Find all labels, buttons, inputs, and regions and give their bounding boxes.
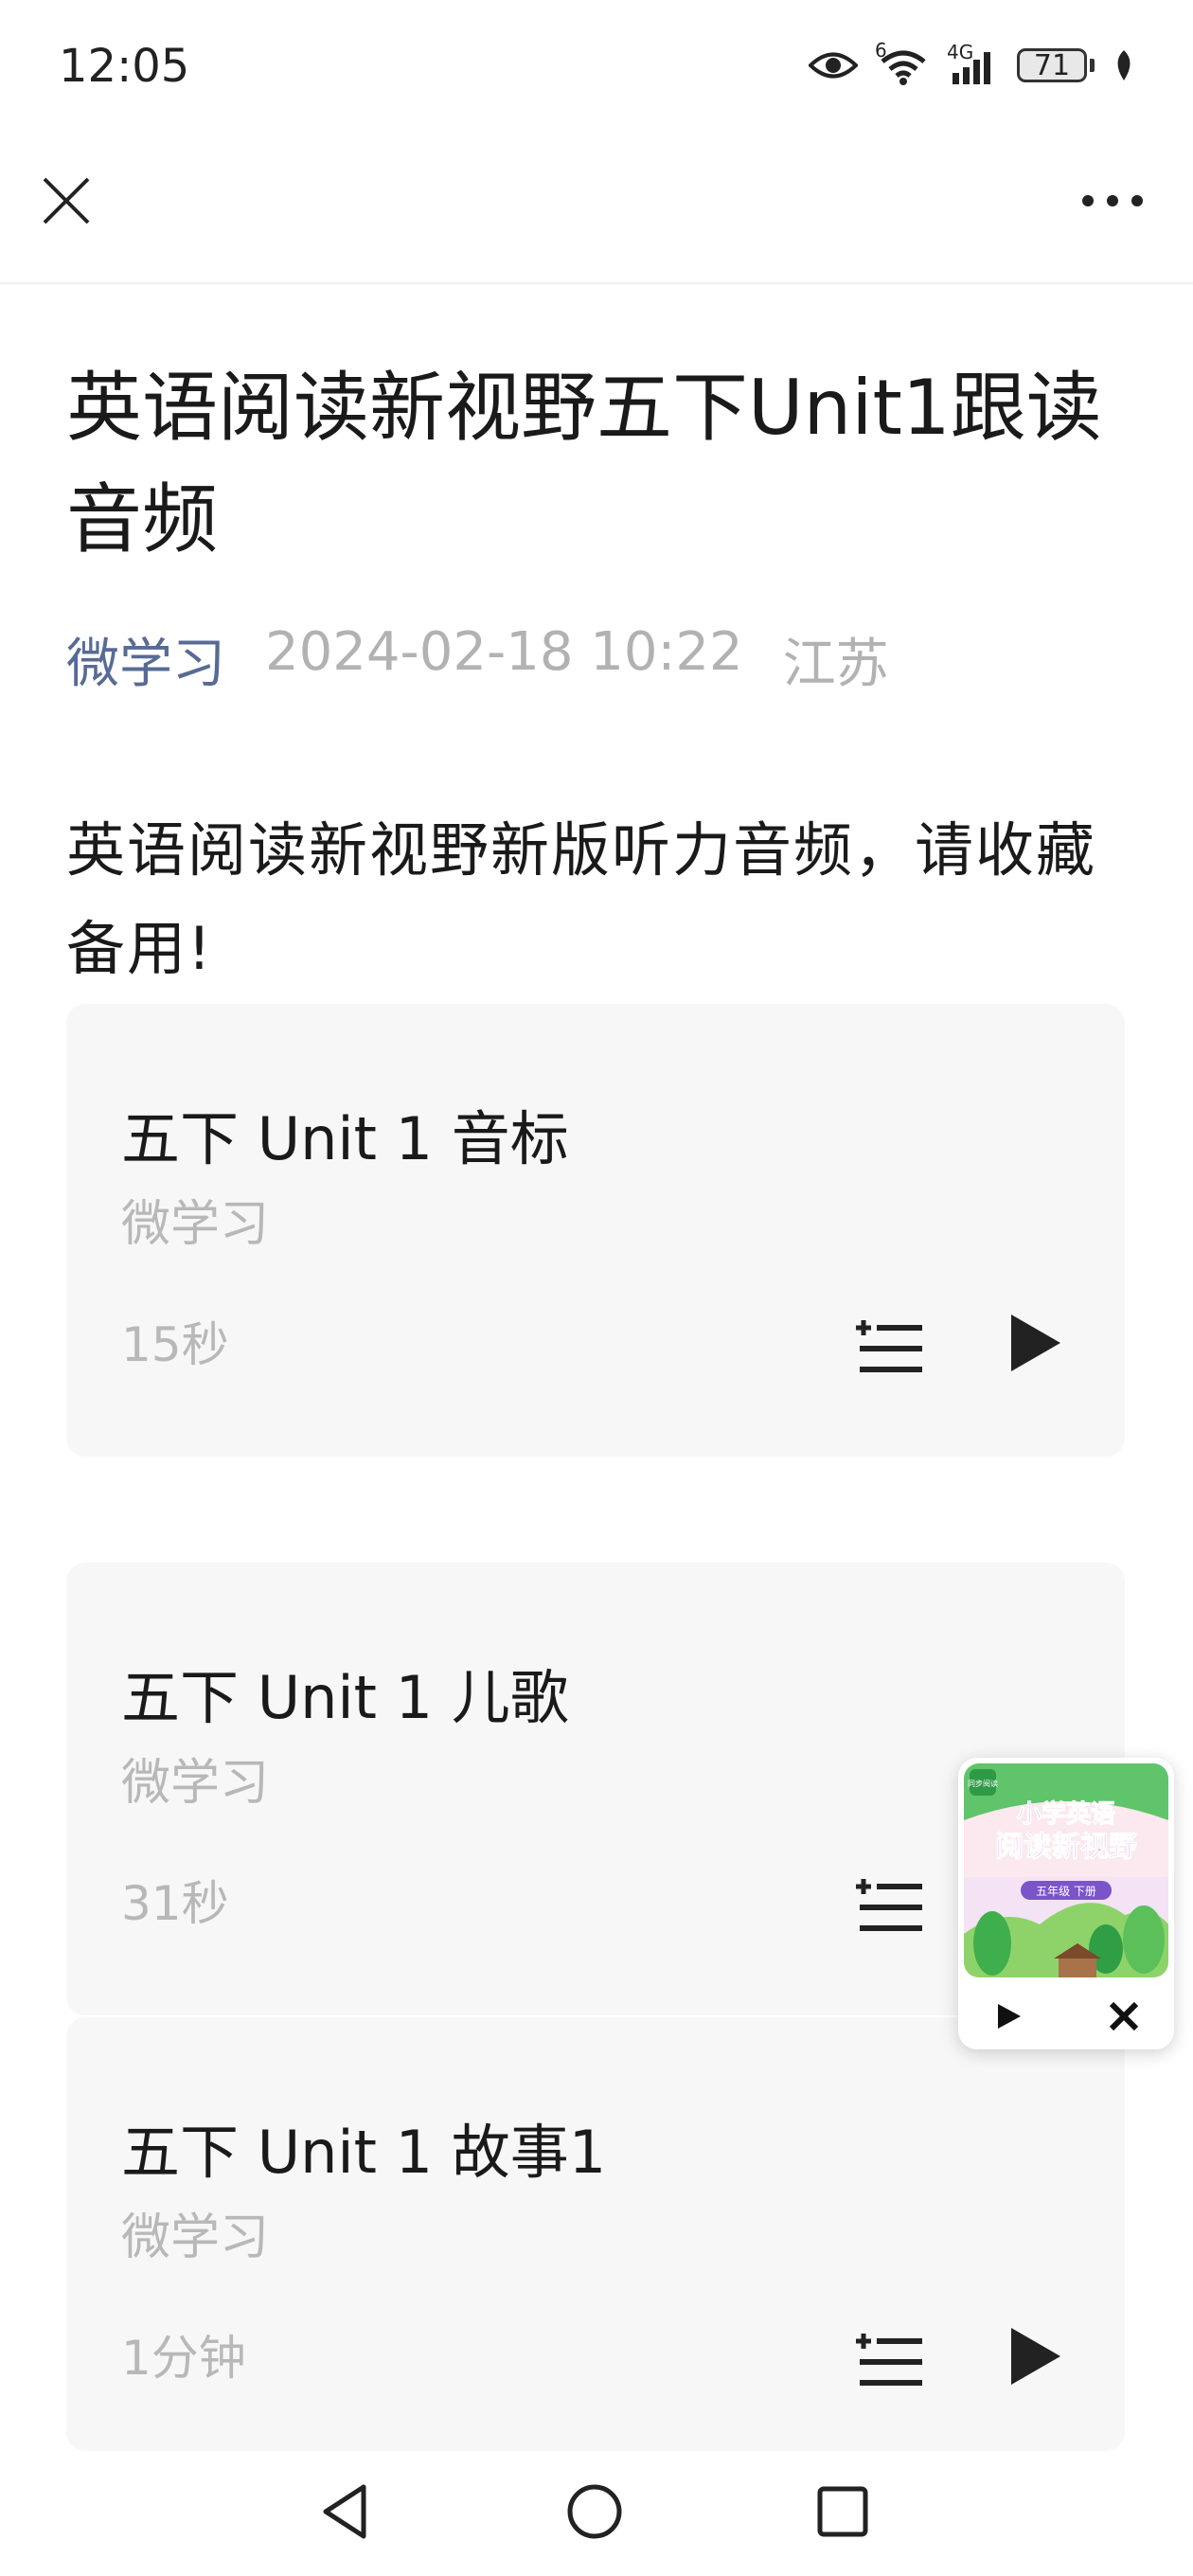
cover-line2: 阅读新视野 <box>995 1831 1137 1864</box>
network-type: 4G <box>947 41 974 63</box>
play-button[interactable] <box>994 2318 1070 2394</box>
play-icon <box>998 2004 1021 2029</box>
wifi-badge: 6 <box>875 39 887 62</box>
system-nav-bar <box>0 2451 1193 2576</box>
battery-level: 71 <box>1017 48 1087 82</box>
audio-card[interactable]: 五下 Unit 1 故事1 微学习 1分钟 <box>66 2017 1125 2451</box>
battery-icon: 71 <box>1017 48 1095 82</box>
audio-title: 五下 Unit 1 儿歌 <box>121 1663 569 1732</box>
audio-duration: 15秒 <box>121 1317 229 1372</box>
home-button[interactable] <box>557 2474 632 2549</box>
album-cover-art: 同步阅读 小学英语 阅读新视野 五年级 下册 <box>964 1763 1168 1977</box>
article-intro: 英语阅读新视野新版听力音频，请收藏备用! <box>66 815 1097 983</box>
signal-icon: 4G <box>947 41 1000 86</box>
add-to-playlist-button[interactable] <box>852 2318 928 2394</box>
audio-card[interactable]: 五下 Unit 1 音标 微学习 15秒 <box>66 1004 1125 1457</box>
author-link[interactable]: 微学习 <box>66 621 225 698</box>
article-meta: 微学习 2024-02-18 10:22 江苏 <box>66 621 889 698</box>
audio-duration: 1分钟 <box>121 2331 246 2386</box>
close-icon <box>1109 2001 1139 2031</box>
more-icon <box>1082 195 1143 206</box>
publish-location: 江苏 <box>782 634 889 695</box>
back-button[interactable] <box>309 2474 384 2549</box>
recents-icon <box>817 2486 868 2537</box>
eye-icon <box>809 52 858 79</box>
home-icon <box>567 2484 622 2539</box>
audio-duration: 31秒 <box>121 1876 229 1931</box>
back-icon <box>323 2484 366 2539</box>
playlist-icon <box>856 1879 922 1931</box>
add-to-playlist-button[interactable] <box>852 1864 928 1940</box>
recents-button[interactable] <box>805 2474 881 2549</box>
audio-title: 五下 Unit 1 故事1 <box>121 2118 607 2187</box>
audio-author: 微学习 <box>121 1755 270 1812</box>
status-icons: 6 4G 71 <box>809 39 1136 89</box>
leaf-icon <box>1117 50 1131 80</box>
mini-close-button[interactable] <box>1100 1993 1148 2040</box>
album-cover[interactable]: 同步阅读 小学英语 阅读新视野 五年级 下册 <box>964 1763 1168 1977</box>
publish-datetime: 2024-02-18 10:22 <box>265 621 743 683</box>
cover-corner-text: 同步阅读 <box>968 1779 998 1788</box>
cover-line1: 小学英语 <box>1017 1799 1115 1829</box>
mini-play-button[interactable] <box>985 1993 1032 2040</box>
add-to-playlist-button[interactable] <box>852 1305 928 1381</box>
playlist-icon <box>856 1320 922 1372</box>
wifi-icon: 6 <box>875 39 930 86</box>
mini-player[interactable]: 同步阅读 小学英语 阅读新视野 五年级 下册 <box>958 1758 1174 2049</box>
more-button[interactable] <box>1070 169 1155 233</box>
article-title: 英语阅读新视野五下Unit1跟读音频 <box>66 364 1102 564</box>
status-bar: 12:05 6 4G 71 <box>0 0 1193 142</box>
cover-badge: 五年级 下册 <box>1036 1885 1096 1898</box>
play-icon <box>1011 1315 1060 1371</box>
play-icon <box>1011 2328 1060 2385</box>
close-button[interactable] <box>34 169 98 233</box>
playlist-icon <box>856 2334 922 2386</box>
nav-bar <box>0 142 1193 284</box>
audio-title: 五下 Unit 1 音标 <box>121 1104 569 1173</box>
audio-author: 微学习 <box>121 2209 270 2266</box>
audio-author: 微学习 <box>121 1196 270 1253</box>
play-button[interactable] <box>994 1305 1070 1381</box>
status-time: 12:05 <box>59 40 190 93</box>
close-icon <box>43 177 90 224</box>
